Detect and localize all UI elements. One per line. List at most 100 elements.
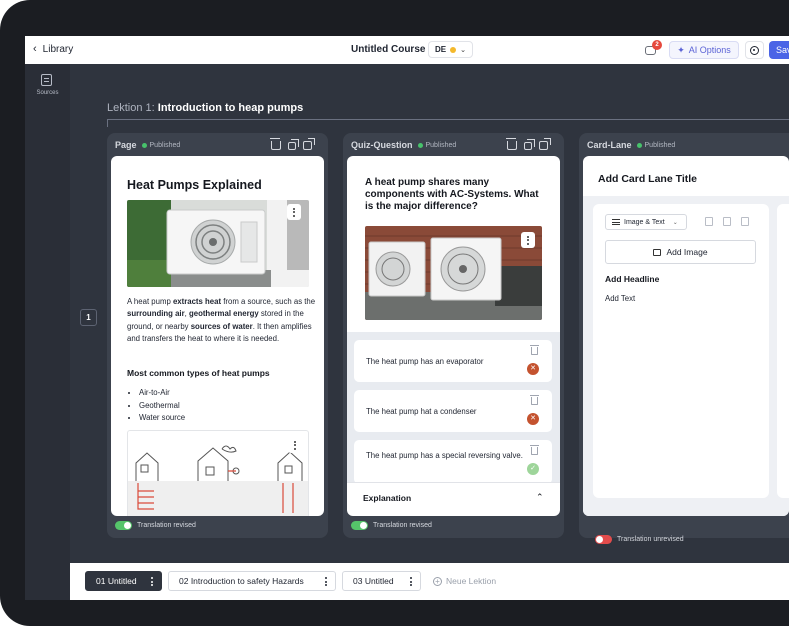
more-vertical-icon[interactable] <box>151 577 153 586</box>
lesson-tab-2[interactable]: 02 Introduction to safety Hazards <box>168 571 336 591</box>
answer-item[interactable]: The heat pump has an evaporator ✕ <box>354 340 552 382</box>
translation-status[interactable]: Translation revised <box>351 521 432 530</box>
diagram-menu-button[interactable] <box>288 437 302 453</box>
column-tools <box>270 138 315 150</box>
answer-text[interactable]: The heat pump hat a condenser <box>366 406 477 417</box>
back-to-library-button[interactable]: ‹ Library <box>33 43 73 55</box>
ac-units-photo[interactable] <box>365 226 542 320</box>
lesson-tab-label: 02 Introduction to safety Hazards <box>179 576 304 586</box>
language-select[interactable]: DE ⌄ <box>428 41 473 58</box>
device-frame: ‹ Library Untitled Course DE ⌄ 2 ✦ AI Op… <box>0 0 789 626</box>
new-lesson-button[interactable]: + Neue Lektion <box>433 576 496 586</box>
list-item: Air-to-Air <box>139 387 185 400</box>
save-button[interactable]: Save <box>769 41 789 59</box>
sources-icon <box>41 74 52 86</box>
explanation-toggle[interactable]: Explanation <box>363 493 411 503</box>
sparkle-icon: ✦ <box>677 44 685 55</box>
add-text-field[interactable]: Add Text <box>605 294 635 303</box>
export-icon[interactable] <box>539 138 551 150</box>
card-type-select[interactable]: Image & Text ⌄ <box>605 214 687 230</box>
correct-mark-icon[interactable]: ✓ <box>527 463 539 475</box>
translation-toggle[interactable] <box>595 535 612 544</box>
page-title[interactable]: Heat Pumps Explained <box>127 178 262 192</box>
duplicate-icon[interactable] <box>524 139 535 150</box>
trash-icon[interactable] <box>506 138 517 150</box>
heat-pump-types-list[interactable]: Air-to-AirGeothermalWater source <box>139 387 185 425</box>
chevron-up-icon[interactable]: ⌃ <box>536 492 544 503</box>
language-status-dot <box>450 46 457 53</box>
card-lane-body: Image & Text ⌄ Add Image Add Headline Ad… <box>583 196 789 516</box>
answer-item[interactable]: The heat pump has a special reversing va… <box>354 440 552 484</box>
lesson-name: Introduction to heap pumps <box>157 102 304 114</box>
answer-item[interactable]: The heat pump hat a condenser ✕ <box>354 390 552 432</box>
translation-label: Translation revised <box>373 522 432 529</box>
add-image-label: Add Image <box>666 247 708 257</box>
incorrect-mark-icon[interactable]: ✕ <box>527 413 539 425</box>
page-paragraph[interactable]: A heat pump extracts heat from a source,… <box>127 296 317 346</box>
ac-units-illustration <box>365 226 542 320</box>
layout-icon <box>612 219 620 225</box>
status-badge: Published <box>142 142 181 149</box>
heat-pump-photo[interactable] <box>127 200 309 287</box>
add-headline-field[interactable]: Add Headline <box>605 274 659 284</box>
quiz-question[interactable]: A heat pump shares many components with … <box>365 177 545 213</box>
chevron-left-icon: ‹ <box>33 43 37 55</box>
lane-card[interactable]: Image & Text ⌄ Add Image Add Headline Ad… <box>593 204 769 498</box>
lesson-tab-3[interactable]: 03 Untitled <box>342 571 421 591</box>
incorrect-mark-icon[interactable]: ✕ <box>527 363 539 375</box>
page-card[interactable]: Heat Pumps Explained A heat pump extract… <box>111 156 324 516</box>
paragraph-bold-segment: surrounding air <box>127 309 185 319</box>
lesson-number-badge[interactable]: 1 <box>80 309 97 326</box>
card-lane[interactable]: Add Card Lane Title Image & Text ⌄ Add I… <box>583 156 789 516</box>
duplicate-icon[interactable] <box>723 217 731 226</box>
paragraph-segment: A heat pump <box>127 297 173 306</box>
more-vertical-icon[interactable] <box>410 577 412 586</box>
translation-toggle[interactable] <box>115 521 132 530</box>
top-bar: ‹ Library Untitled Course DE ⌄ 2 ✦ AI Op… <box>25 36 789 64</box>
card-lane-title[interactable]: Add Card Lane Title <box>598 173 697 185</box>
lesson-tab-1[interactable]: 01 Untitled <box>85 571 162 591</box>
ai-options-button[interactable]: ✦ AI Options <box>669 41 739 59</box>
translation-status[interactable]: Translation revised <box>115 521 196 530</box>
column-label: Quiz-Question <box>351 140 413 150</box>
image-menu-button[interactable] <box>521 232 535 248</box>
translation-toggle[interactable] <box>351 521 368 530</box>
target-icon <box>750 45 759 55</box>
diagram-image[interactable] <box>127 430 309 516</box>
add-image-button[interactable]: Add Image <box>605 240 756 264</box>
column-quiz: Quiz-Question Published A heat pump shar… <box>343 133 564 538</box>
export-icon[interactable] <box>303 138 315 150</box>
image-menu-button[interactable] <box>287 204 301 220</box>
translation-status[interactable]: Translation unrevised <box>595 535 684 544</box>
translation-label: Translation unrevised <box>617 536 684 543</box>
heat-pump-types-diagram <box>128 445 308 516</box>
export-icon[interactable] <box>741 217 749 226</box>
answer-text[interactable]: The heat pump has an evaporator <box>366 356 483 367</box>
column-label: Page <box>115 140 137 150</box>
quiz-card[interactable]: A heat pump shares many components with … <box>347 156 560 516</box>
page-subheading[interactable]: Most common types of heat pumps <box>127 368 270 378</box>
status-badge: Published <box>418 142 457 149</box>
chevron-down-icon: ⌄ <box>460 46 466 54</box>
trash-icon[interactable] <box>530 395 539 405</box>
language-code: DE <box>435 45 447 54</box>
left-rail: Sources <box>25 64 70 600</box>
trash-icon[interactable] <box>705 217 713 226</box>
course-title[interactable]: Untitled Course <box>351 44 425 55</box>
trash-icon[interactable] <box>530 345 539 355</box>
duplicate-icon[interactable] <box>288 139 299 150</box>
divider <box>347 482 560 483</box>
lesson-prefix: Lektion 1: <box>107 102 155 114</box>
lesson-title[interactable]: Lektion 1: Introduction to heap pumps <box>107 102 303 114</box>
preview-button[interactable] <box>745 41 764 59</box>
trash-icon[interactable] <box>270 138 281 150</box>
comments-button[interactable]: 2 <box>645 40 662 57</box>
column-label: Card-Lane <box>587 140 632 150</box>
next-lane-card[interactable] <box>777 204 789 498</box>
trash-icon[interactable] <box>530 445 539 455</box>
lane-card-tools <box>705 217 749 226</box>
answer-text[interactable]: The heat pump has a special reversing va… <box>366 450 531 461</box>
list-item: Water source <box>139 412 185 425</box>
more-vertical-icon[interactable] <box>325 577 327 586</box>
list-item: Geothermal <box>139 400 185 413</box>
